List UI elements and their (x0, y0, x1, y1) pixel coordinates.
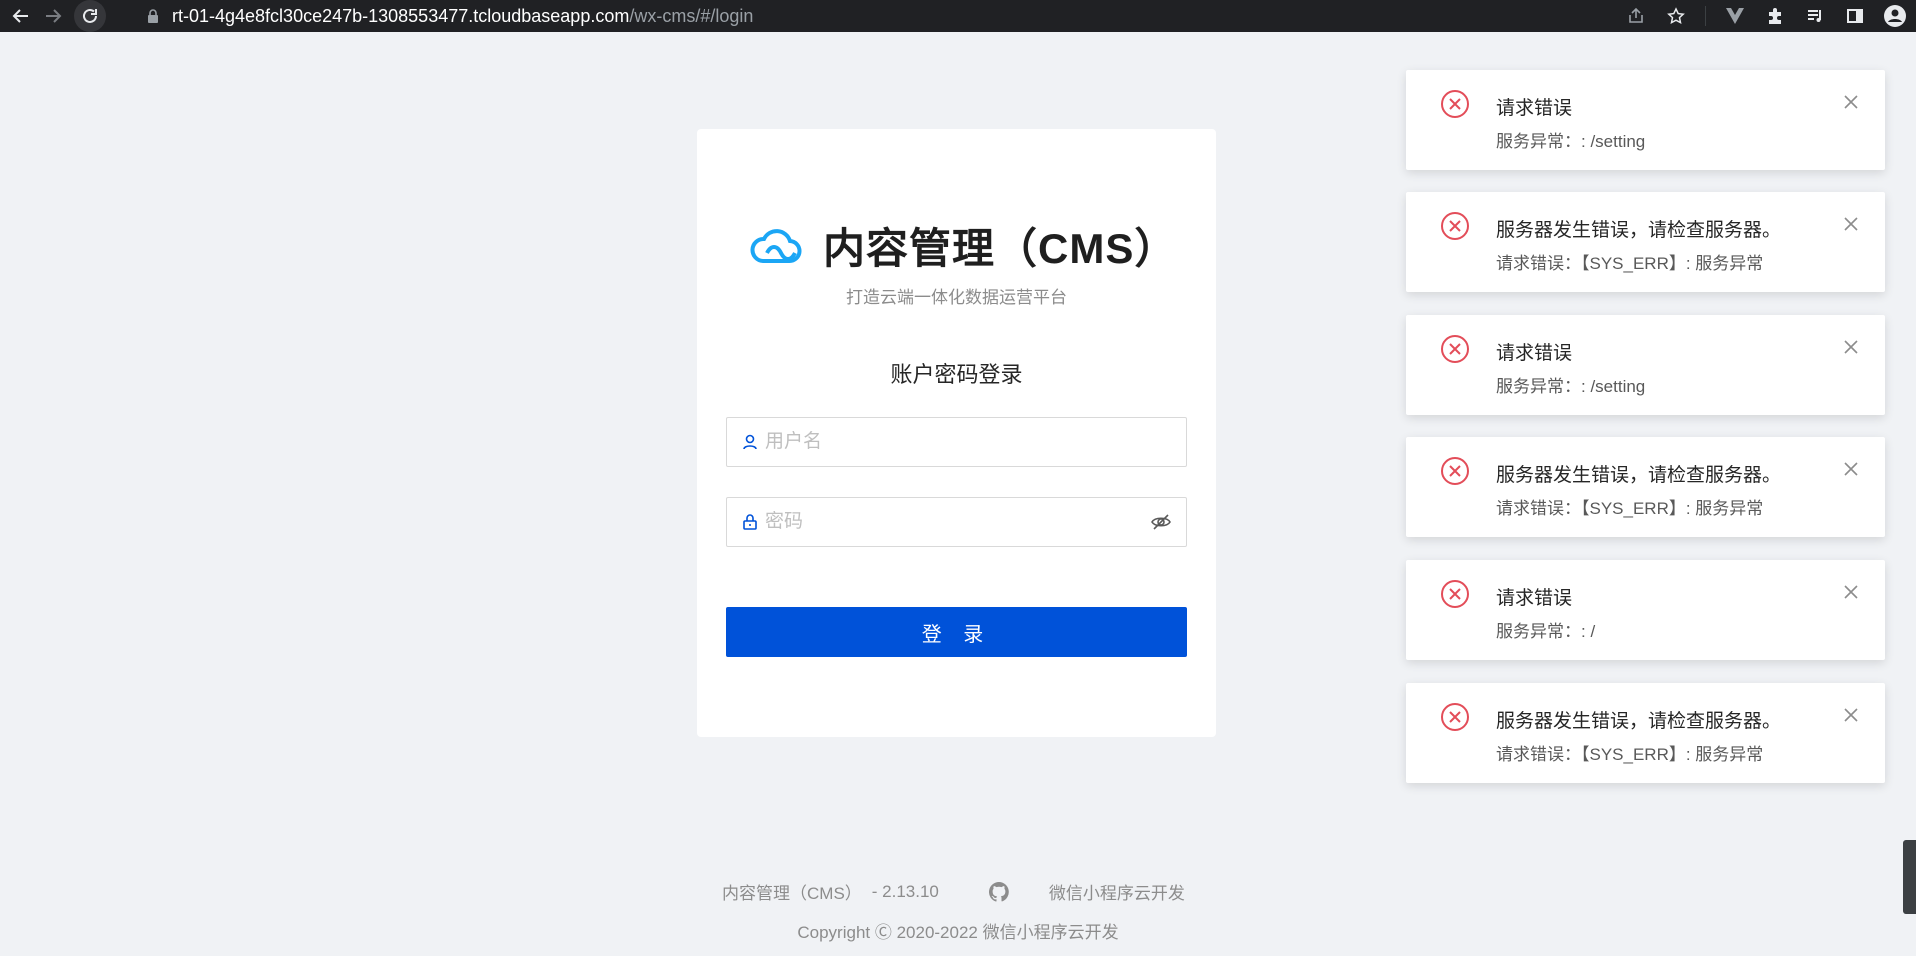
notification-desc: 请求错误：【SYS_ERR】: 服务异常 (1496, 745, 1764, 764)
lock-icon (148, 9, 158, 23)
cloud-logo-icon (750, 228, 802, 263)
notification-desc: 服务异常：: /setting (1496, 377, 1646, 396)
url-host: rt-01-4g4e8fcl30ce247b-1308553477.tcloud… (172, 5, 630, 26)
footer-version: - 2.13.10 (871, 881, 939, 901)
toolbar-divider (1705, 6, 1706, 26)
side-panel-icon[interactable] (1844, 5, 1866, 27)
github-icon[interactable] (988, 881, 1009, 902)
user-icon (743, 434, 757, 450)
close-icon[interactable] (1843, 216, 1859, 232)
notification-title: 请求错误 (1496, 98, 1573, 119)
notification-title: 服务器发生错误，请检查服务器。 (1496, 220, 1782, 241)
lock-icon (743, 514, 757, 530)
username-input[interactable] (765, 431, 1186, 453)
profile-icon[interactable] (1884, 5, 1906, 27)
close-icon[interactable] (1843, 707, 1859, 723)
notification-desc: 请求错误：【SYS_ERR】: 服务异常 (1496, 499, 1764, 518)
eye-hidden-icon[interactable] (1150, 511, 1172, 533)
error-notification: 服务器发生错误，请检查服务器。 请求错误：【SYS_ERR】: 服务异常 (1406, 437, 1885, 537)
url-path: /wx-cms/#/login (629, 5, 754, 26)
login-heading: 账户密码登录 (890, 362, 1023, 387)
error-circle-icon (1441, 703, 1469, 731)
page-title: 内容管理（CMS） (823, 225, 1178, 272)
footer-copyright: Copyright Ⓒ 2020-2022 微信小程序云开发 (797, 923, 1119, 942)
close-icon[interactable] (1843, 584, 1859, 600)
footer-link[interactable]: 微信小程序云开发 (1049, 879, 1185, 904)
error-notification: 请求错误 服务异常：: /setting (1406, 315, 1885, 415)
notification-title: 请求错误 (1496, 588, 1573, 609)
error-notification: 服务器发生错误，请检查服务器。 请求错误：【SYS_ERR】: 服务异常 (1406, 683, 1885, 783)
error-circle-icon (1441, 90, 1469, 118)
reload-icon[interactable] (74, 0, 106, 32)
password-field[interactable] (726, 497, 1187, 547)
error-circle-icon (1441, 212, 1469, 240)
star-icon[interactable] (1665, 5, 1687, 27)
extensions-icon[interactable] (1764, 5, 1786, 27)
notification-title: 服务器发生错误，请检查服务器。 (1496, 465, 1782, 486)
footer-product: 内容管理（CMS） (722, 884, 862, 903)
notification-desc: 服务异常：: / (1496, 622, 1596, 641)
media-control-icon[interactable] (1804, 5, 1826, 27)
notification-title: 服务器发生错误，请检查服务器。 (1496, 711, 1782, 732)
error-notification: 请求错误 服务异常：: /setting (1406, 70, 1885, 170)
browser-actions (1625, 0, 1906, 32)
error-circle-icon (1441, 335, 1469, 363)
notification-desc: 请求错误：【SYS_ERR】: 服务异常 (1496, 254, 1764, 273)
close-icon[interactable] (1843, 94, 1859, 110)
username-field[interactable] (726, 417, 1187, 467)
back-arrow-icon[interactable] (10, 5, 32, 27)
vue-devtools-icon[interactable] (1724, 5, 1746, 27)
login-card: 内容管理（CMS） 打造云端一体化数据运营平台 账户密码登录 登 录 (697, 129, 1216, 737)
login-button[interactable]: 登 录 (726, 607, 1187, 657)
password-input[interactable] (765, 511, 1150, 533)
close-icon[interactable] (1843, 339, 1859, 355)
brand: 内容管理（CMS） (749, 215, 1177, 276)
forward-arrow-icon[interactable] (42, 5, 64, 27)
error-notification: 服务器发生错误，请检查服务器。 请求错误：【SYS_ERR】: 服务异常 (1406, 192, 1885, 292)
close-icon[interactable] (1843, 461, 1859, 477)
error-circle-icon (1441, 580, 1469, 608)
footer-meta: 内容管理（CMS） - 2.13.10 微信小程序云开发 (722, 879, 1185, 904)
share-icon[interactable] (1625, 5, 1647, 27)
error-notification: 请求错误 服务异常：: / (1406, 560, 1885, 660)
devtools-edge-handle[interactable] (1903, 840, 1916, 914)
notification-title: 请求错误 (1496, 343, 1573, 364)
notification-desc: 服务异常：: /setting (1496, 132, 1646, 151)
page-subtitle: 打造云端一体化数据运营平台 (846, 288, 1067, 307)
address-bar[interactable]: rt-01-4g4e8fcl30ce247b-1308553477.tcloud… (130, 0, 1660, 32)
error-circle-icon (1441, 457, 1469, 485)
